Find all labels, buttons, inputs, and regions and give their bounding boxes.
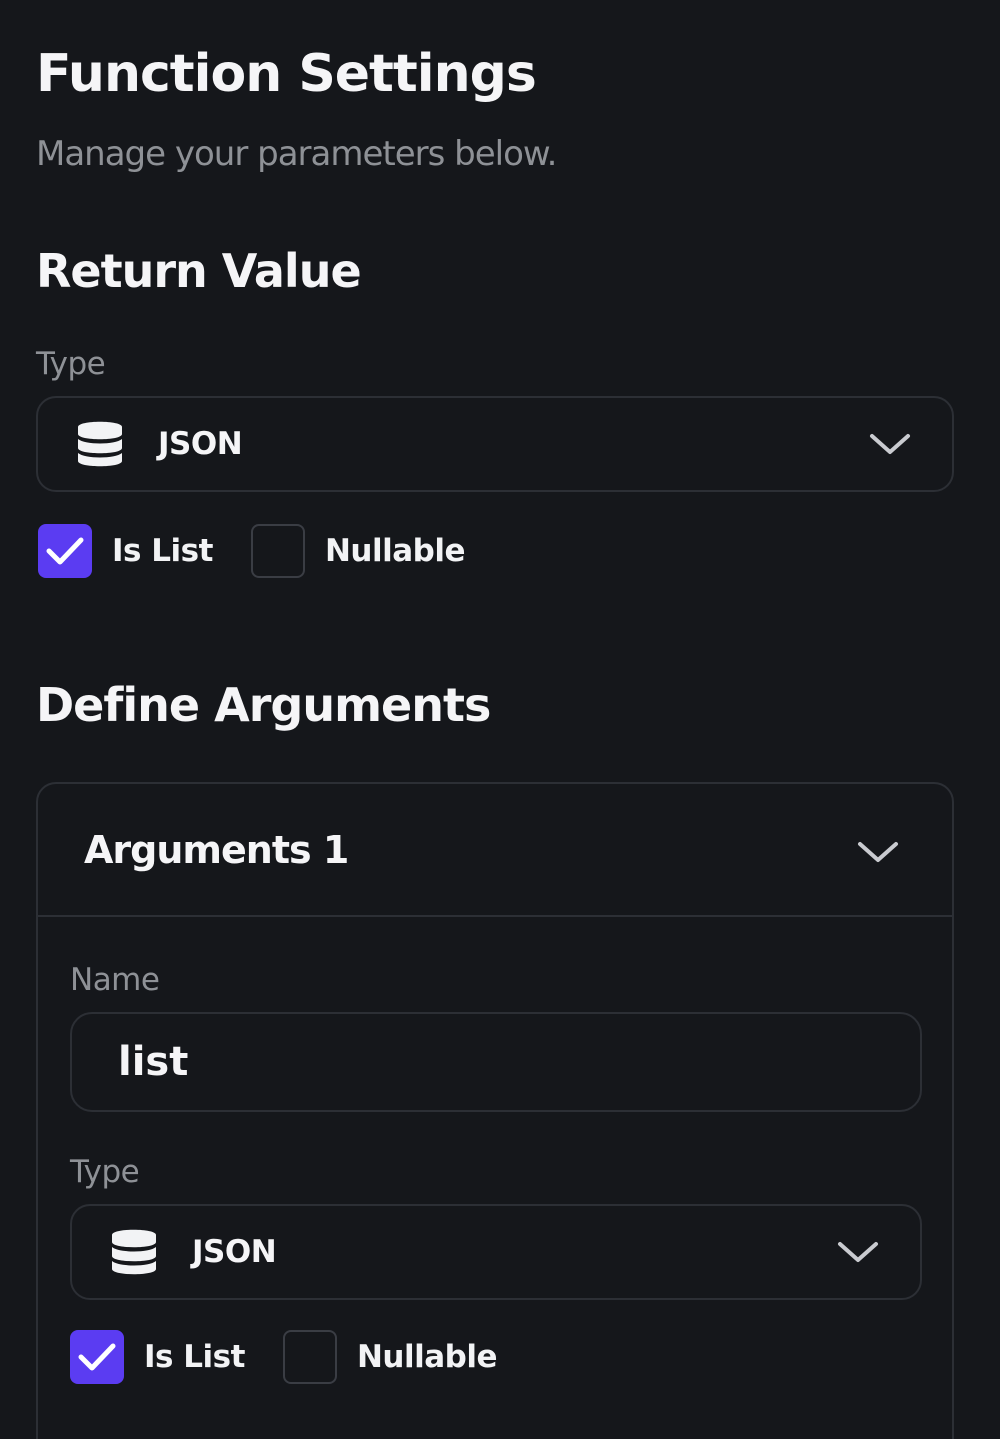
argument-title: Arguments 1 [84,827,349,872]
database-icon [78,421,122,467]
chevron-down-icon[interactable] [856,836,900,868]
checkmark-icon [78,1343,116,1371]
argument-card: Arguments 1 Name Type JSON [36,782,954,1439]
return-value-title: Return Value [36,244,362,298]
page-subtitle: Manage your parameters below. [36,134,557,174]
argument-type-label: Type [70,1154,140,1190]
return-type-select[interactable]: JSON [36,396,954,492]
return-is-list-checkbox[interactable] [38,524,92,578]
checkmark-icon [46,537,84,565]
argument-options-row: Is List Nullable [70,1330,497,1384]
return-nullable-label: Nullable [324,533,466,569]
argument-type-value: JSON [192,1234,277,1270]
argument-nullable-checkbox[interactable] [282,1330,337,1384]
return-nullable-checkbox[interactable] [250,524,305,578]
chevron-down-icon[interactable] [836,1236,880,1268]
argument-type-select[interactable]: JSON [70,1204,922,1300]
return-type-value: JSON [158,426,243,462]
argument-card-header[interactable]: Arguments 1 [38,784,952,917]
argument-is-list-checkbox[interactable] [70,1330,124,1384]
database-icon [112,1229,156,1275]
return-is-list-label: Is List [112,533,213,569]
return-type-label: Type [36,346,106,382]
page-title: Function Settings [36,44,537,104]
argument-name-input[interactable] [70,1012,922,1112]
argument-is-list-label: Is List [144,1339,245,1375]
chevron-down-icon[interactable] [868,428,912,460]
return-options-row: Is List Nullable [38,524,465,578]
function-settings-panel: Function Settings Manage your parameters… [0,0,1000,1439]
define-arguments-title: Define Arguments [36,678,491,732]
argument-nullable-label: Nullable [356,1339,498,1375]
argument-name-label: Name [70,962,160,998]
